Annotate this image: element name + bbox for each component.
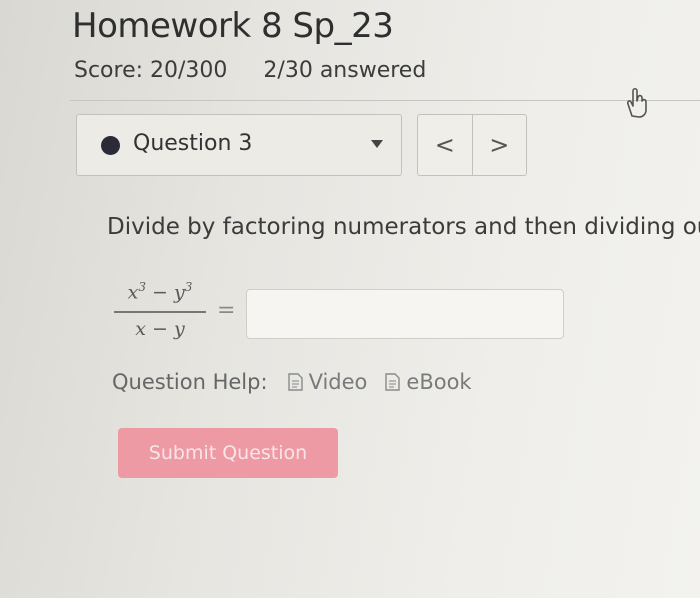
document-icon <box>287 373 303 391</box>
caret-down-icon <box>371 140 383 148</box>
document-icon <box>385 373 401 391</box>
fraction-bar <box>114 311 206 313</box>
question-pager: < > <box>417 114 527 176</box>
question-selector[interactable]: Question 3 <box>76 114 402 176</box>
fraction-denominator: x − y <box>112 318 208 340</box>
math-expression: x3 − y3 x − y <box>112 280 208 350</box>
denominator-operator: − <box>152 318 168 340</box>
numerator-exp-a: 3 <box>138 280 146 294</box>
video-link-label: Video <box>308 370 368 394</box>
question-help: Question Help: Video eBook <box>112 370 472 394</box>
denominator-var-a: x <box>135 318 146 340</box>
fraction-numerator: x3 − y3 <box>112 280 208 303</box>
numerator-exp-b: 3 <box>184 280 193 294</box>
answer-input[interactable] <box>246 289 564 339</box>
ebook-link-label: eBook <box>406 370 472 394</box>
question-prompt: Divide by factoring numerators and then … <box>107 214 700 240</box>
denominator-var-b: y <box>174 318 185 340</box>
hand-pointer-icon <box>627 87 647 118</box>
numerator-operator: − <box>152 281 168 304</box>
question-selector-label: Question 3 <box>133 131 253 156</box>
numerator-var-b: y <box>174 281 185 304</box>
numerator-var-a: x <box>127 281 139 304</box>
score-text: Score: 20/300 <box>74 58 228 83</box>
next-question-button[interactable]: > <box>473 115 527 175</box>
question-help-label: Question Help: <box>112 370 268 394</box>
header-divider <box>70 100 700 101</box>
ebook-help-link[interactable]: eBook <box>385 370 472 394</box>
homework-page: Homework 8 Sp_23 Score: 20/300 2/30 answe… <box>0 0 700 598</box>
video-help-link[interactable]: Video <box>287 370 368 394</box>
previous-question-button[interactable]: < <box>418 115 473 175</box>
submit-question-button[interactable]: Submit Question <box>118 428 338 478</box>
page-title: Homework 8 Sp_23 <box>72 6 394 46</box>
score-summary: Score: 20/300 2/30 answered <box>74 58 426 83</box>
equals-sign: = <box>217 298 236 323</box>
answered-count: 2/30 answered <box>263 58 427 83</box>
current-question-dot <box>101 136 120 155</box>
